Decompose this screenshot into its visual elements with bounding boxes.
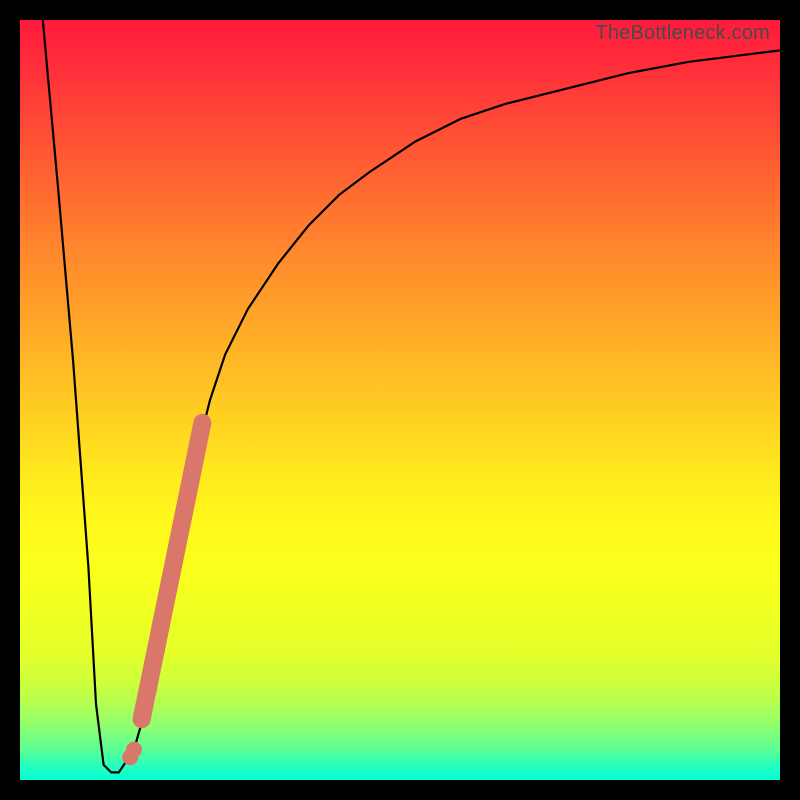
chart-frame: TheBottleneck.com	[0, 0, 800, 800]
plot-area: TheBottleneck.com	[20, 20, 780, 780]
data-marker	[149, 643, 165, 659]
data-marker	[141, 681, 157, 697]
accent-segment	[142, 423, 203, 719]
curve-layer	[20, 20, 780, 780]
data-marker	[126, 742, 142, 758]
